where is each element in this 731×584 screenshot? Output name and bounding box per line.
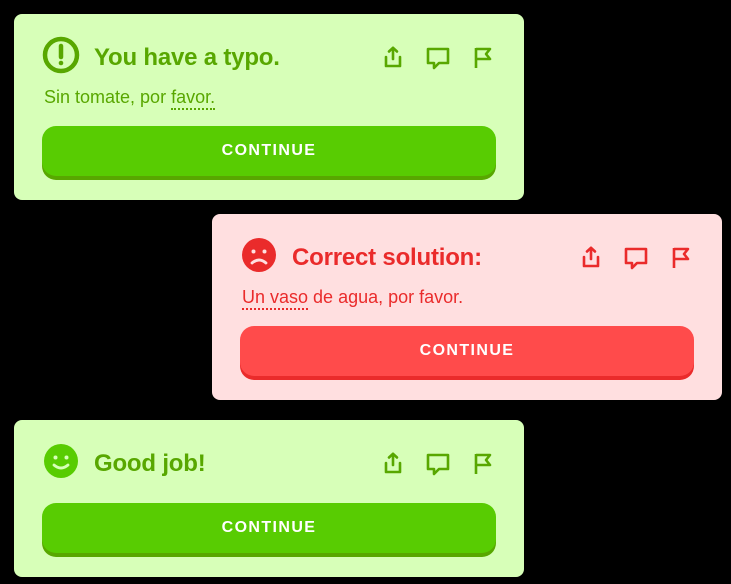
card-title: You have a typo. — [94, 44, 280, 72]
card-header: Good job! — [42, 442, 496, 485]
continue-button[interactable]: CONTINUE — [42, 503, 496, 553]
solution-text: Un vaso de agua, por favor. — [240, 287, 694, 308]
card-title: Correct solution: — [292, 244, 482, 272]
header-left: Correct solution: — [240, 236, 482, 279]
card-actions — [380, 45, 496, 71]
solution-underline: favor. — [171, 87, 215, 110]
share-icon[interactable] — [578, 245, 604, 271]
frown-face-icon — [240, 236, 278, 279]
smile-face-icon — [42, 442, 80, 485]
feedback-card-typo: You have a typo. — [14, 14, 524, 200]
card-header: You have a typo. — [42, 36, 496, 79]
comment-icon[interactable] — [424, 451, 452, 477]
flag-icon[interactable] — [668, 245, 694, 271]
flag-icon[interactable] — [470, 451, 496, 477]
card-actions — [578, 245, 694, 271]
card-title: Good job! — [94, 450, 206, 478]
continue-button[interactable]: CONTINUE — [240, 326, 694, 376]
feedback-card-correct: Good job! CONTINUE — [14, 420, 524, 577]
card-actions — [380, 451, 496, 477]
header-left: You have a typo. — [42, 36, 280, 79]
solution-pre: Sin tomate, por — [44, 87, 171, 107]
comment-icon[interactable] — [424, 45, 452, 71]
share-icon[interactable] — [380, 45, 406, 71]
flag-icon[interactable] — [470, 45, 496, 71]
card-header: Correct solution: — [240, 236, 694, 279]
solution-text: Sin tomate, por favor. — [42, 87, 496, 108]
comment-icon[interactable] — [622, 245, 650, 271]
exclamation-circle-icon — [42, 36, 80, 79]
feedback-card-incorrect: Correct solution: — [212, 214, 722, 400]
solution-post: de agua, por favor. — [308, 287, 463, 307]
header-left: Good job! — [42, 442, 206, 485]
solution-underline: Un vaso — [242, 287, 308, 310]
share-icon[interactable] — [380, 451, 406, 477]
continue-button[interactable]: CONTINUE — [42, 126, 496, 176]
